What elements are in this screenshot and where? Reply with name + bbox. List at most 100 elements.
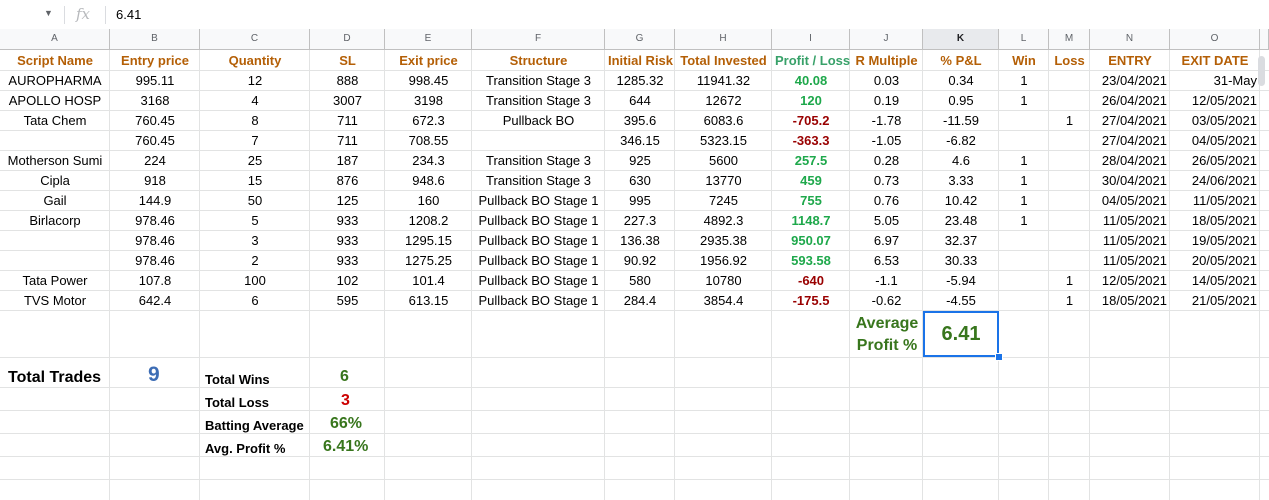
cell-structure[interactable]: Pullback BO Stage 1 [472, 251, 605, 271]
cell-exit-date[interactable]: 18/05/2021 [1170, 211, 1260, 231]
cell-entry-date[interactable]: 26/04/2021 [1090, 91, 1170, 111]
cell-loss[interactable] [1049, 71, 1090, 91]
column-header-g[interactable]: G [605, 29, 675, 50]
cell-pl[interactable]: -363.3 [772, 131, 850, 151]
cell-entry[interactable]: 642.4 [110, 291, 200, 311]
cell-exit[interactable]: 613.15 [385, 291, 472, 311]
cell-structure[interactable]: Pullback BO Stage 1 [472, 231, 605, 251]
cell-invested[interactable]: 11941.32 [675, 71, 772, 91]
cell-pct[interactable]: 30.33 [923, 251, 999, 271]
cell-loss[interactable] [1049, 91, 1090, 111]
cell-pct[interactable]: 4.6 [923, 151, 999, 171]
cell-exit[interactable]: 101.4 [385, 271, 472, 291]
cell-sl[interactable]: 933 [310, 231, 385, 251]
cell-pl[interactable]: -640 [772, 271, 850, 291]
cell-win[interactable] [999, 251, 1049, 271]
cell-win[interactable] [999, 291, 1049, 311]
cell-r[interactable]: -0.62 [850, 291, 923, 311]
cell-win[interactable] [999, 131, 1049, 151]
cell-risk[interactable]: 284.4 [605, 291, 675, 311]
cell-r[interactable]: 0.73 [850, 171, 923, 191]
cell-name[interactable]: Tata Power [0, 271, 110, 291]
column-header-h[interactable]: H [675, 29, 772, 50]
cell-loss[interactable] [1049, 251, 1090, 271]
cell-r[interactable]: 0.28 [850, 151, 923, 171]
cell-risk[interactable]: 580 [605, 271, 675, 291]
cell-qty[interactable]: 12 [200, 71, 310, 91]
cell-exit[interactable]: 948.6 [385, 171, 472, 191]
header-cell-sl[interactable]: SL [310, 51, 385, 71]
cell-entry-date[interactable]: 28/04/2021 [1090, 151, 1170, 171]
cell-risk[interactable]: 90.92 [605, 251, 675, 271]
column-header-o[interactable]: O [1170, 29, 1260, 50]
header-cell-exit-date[interactable]: EXIT DATE [1170, 51, 1260, 71]
cell-structure[interactable]: Transition Stage 3 [472, 91, 605, 111]
cell-structure[interactable]: Pullback BO Stage 1 [472, 271, 605, 291]
cell-exit[interactable]: 1275.25 [385, 251, 472, 271]
cell-win[interactable]: 1 [999, 191, 1049, 211]
cell-r[interactable]: -1.1 [850, 271, 923, 291]
cell-entry[interactable]: 918 [110, 171, 200, 191]
cell-win[interactable]: 1 [999, 211, 1049, 231]
cell-sl[interactable]: 102 [310, 271, 385, 291]
cell-structure[interactable]: Pullback BO Stage 1 [472, 211, 605, 231]
cell-name[interactable]: TVS Motor [0, 291, 110, 311]
cell-risk[interactable]: 995 [605, 191, 675, 211]
column-header-k[interactable]: K [923, 29, 999, 50]
cell-win[interactable]: 1 [999, 151, 1049, 171]
header-cell-quantity[interactable]: Quantity [200, 51, 310, 71]
cell-name[interactable]: Motherson Sumi [0, 151, 110, 171]
cell-r[interactable]: 0.19 [850, 91, 923, 111]
cell-entry-date[interactable]: 27/04/2021 [1090, 111, 1170, 131]
cell-entry[interactable]: 3168 [110, 91, 200, 111]
cell-risk[interactable]: 395.6 [605, 111, 675, 131]
cell-invested[interactable]: 3854.4 [675, 291, 772, 311]
cell-name[interactable]: Cipla [0, 171, 110, 191]
cell-name[interactable]: APOLLO HOSP [0, 91, 110, 111]
cell-pl[interactable]: 257.5 [772, 151, 850, 171]
cell-win[interactable] [999, 231, 1049, 251]
cell-exit-date[interactable]: 31-May [1170, 71, 1260, 91]
cell-entry-date[interactable]: 23/04/2021 [1090, 71, 1170, 91]
cell-exit[interactable]: 160 [385, 191, 472, 211]
cell-r[interactable]: -1.05 [850, 131, 923, 151]
fill-handle[interactable] [995, 353, 1003, 361]
cell-invested[interactable]: 6083.6 [675, 111, 772, 131]
cell-exit[interactable]: 1295.15 [385, 231, 472, 251]
column-header-j[interactable]: J [850, 29, 923, 50]
cell-pl[interactable]: 755 [772, 191, 850, 211]
cell-win[interactable]: 1 [999, 171, 1049, 191]
cell-qty[interactable]: 100 [200, 271, 310, 291]
cell-entry[interactable]: 978.46 [110, 231, 200, 251]
cell-pl[interactable]: 950.07 [772, 231, 850, 251]
cell-loss[interactable] [1049, 231, 1090, 251]
formula-input[interactable]: 6.41 [116, 7, 141, 22]
cell-sl[interactable]: 187 [310, 151, 385, 171]
cell-win[interactable] [999, 111, 1049, 131]
cell-structure[interactable]: Pullback BO Stage 1 [472, 191, 605, 211]
cell-qty[interactable]: 3 [200, 231, 310, 251]
cell-invested[interactable]: 5323.15 [675, 131, 772, 151]
cell-qty[interactable]: 2 [200, 251, 310, 271]
cell-pl[interactable]: 40.08 [772, 71, 850, 91]
cell-entry-date[interactable]: 18/05/2021 [1090, 291, 1170, 311]
cell-qty[interactable]: 5 [200, 211, 310, 231]
column-header-n[interactable]: N [1090, 29, 1170, 50]
cell-pct[interactable]: -11.59 [923, 111, 999, 131]
cell-pl[interactable]: -175.5 [772, 291, 850, 311]
cell-entry-date[interactable]: 11/05/2021 [1090, 211, 1170, 231]
cell-name[interactable]: Tata Chem [0, 111, 110, 131]
cell-r[interactable]: 6.53 [850, 251, 923, 271]
cell-pct[interactable]: -6.82 [923, 131, 999, 151]
cell-risk[interactable]: 346.15 [605, 131, 675, 151]
cell-structure[interactable] [472, 131, 605, 151]
column-header-f[interactable]: F [472, 29, 605, 50]
cell-structure[interactable]: Transition Stage 3 [472, 171, 605, 191]
header-cell-loss[interactable]: Loss [1049, 51, 1090, 71]
cell-exit[interactable]: 234.3 [385, 151, 472, 171]
cell-loss[interactable]: 1 [1049, 271, 1090, 291]
cell-exit-date[interactable]: 03/05/2021 [1170, 111, 1260, 131]
cell-pl[interactable]: -705.2 [772, 111, 850, 131]
cell-pct[interactable]: 23.48 [923, 211, 999, 231]
cell-pct[interactable]: -5.94 [923, 271, 999, 291]
